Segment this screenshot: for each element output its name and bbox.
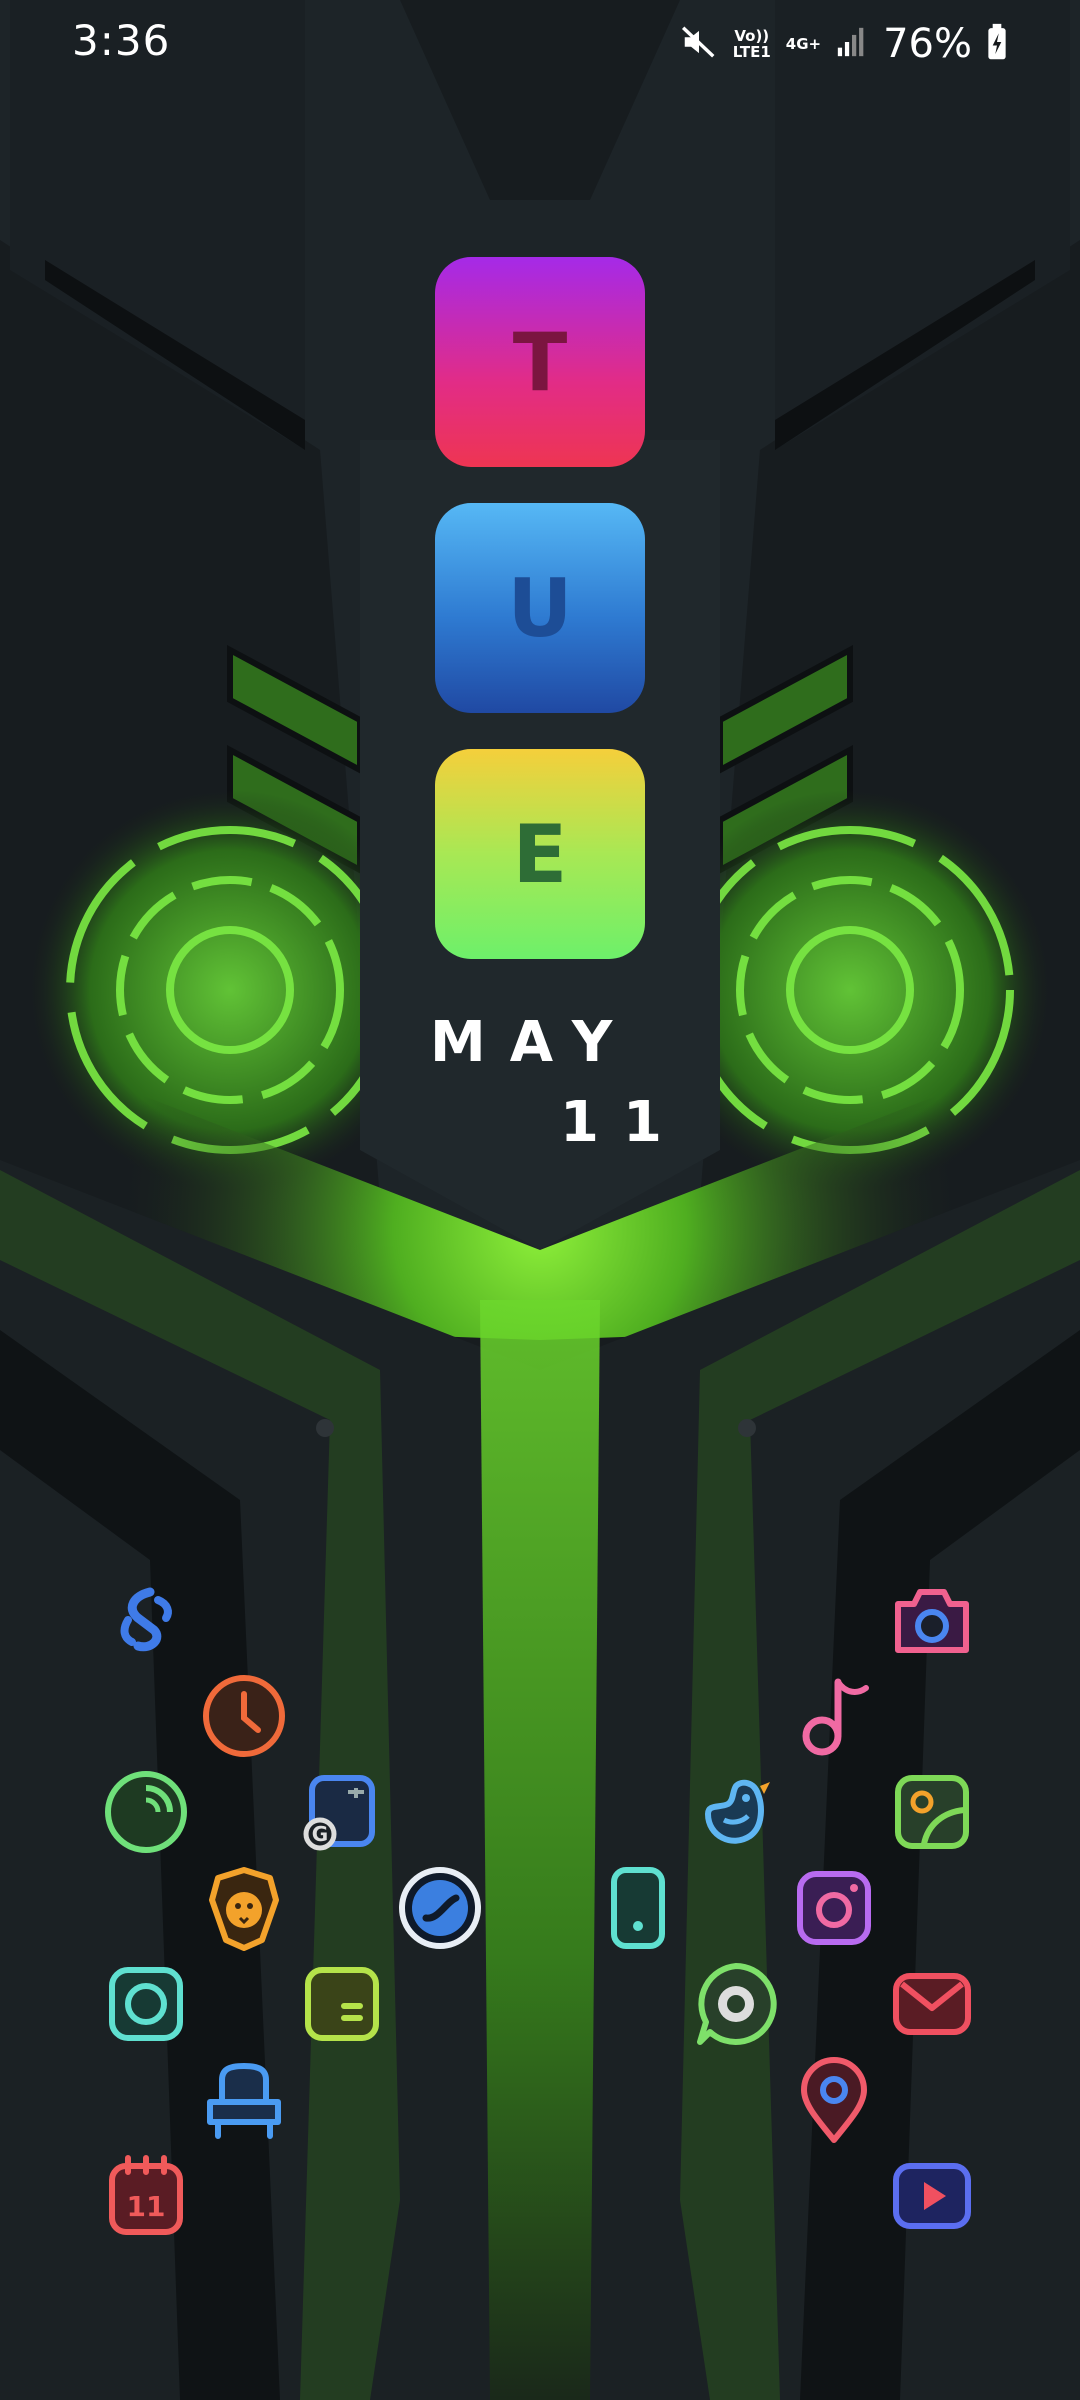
app-mail[interactable] <box>884 1956 980 2052</box>
app-camera-alt[interactable] <box>98 1956 194 2052</box>
battery-charging-icon <box>986 23 1008 65</box>
app-camera[interactable] <box>884 1572 980 1668</box>
app-gallery[interactable] <box>884 1764 980 1860</box>
app-browser[interactable] <box>392 1860 488 1956</box>
app-maps[interactable] <box>786 2052 882 2148</box>
location-pin-icon <box>801 2057 867 2143</box>
volte-label: Vo)) LTE1 <box>732 27 771 61</box>
app-notes[interactable] <box>294 1956 390 2052</box>
music-note-icon <box>802 1678 869 1756</box>
network-type-label: 4G+ <box>785 35 822 53</box>
app-instagram[interactable] <box>786 1860 882 1956</box>
app-whatsapp[interactable] <box>688 1956 784 2052</box>
youtube-icon <box>893 2163 971 2229</box>
calendar-icon: 11 <box>109 2155 183 2235</box>
svg-text:G: G <box>312 1822 328 1846</box>
app-phone-manager[interactable] <box>98 1764 194 1860</box>
app-youtube[interactable] <box>884 2148 980 2244</box>
instagram-icon <box>797 1871 871 1945</box>
mail-icon <box>893 1973 971 2035</box>
app-translate[interactable]: G <box>294 1764 390 1860</box>
day-letter-2: U <box>507 561 573 655</box>
notes-icon <box>305 1967 379 2041</box>
app-twitter[interactable] <box>688 1764 784 1860</box>
app-calendar[interactable]: 11 <box>98 2148 194 2244</box>
clock-icon <box>203 1675 285 1757</box>
app-clock[interactable] <box>196 1668 292 1764</box>
day-letter-tile-1[interactable]: T <box>435 257 645 467</box>
app-themes[interactable] <box>196 2052 292 2148</box>
app-music[interactable] <box>786 1668 882 1764</box>
app-brave[interactable] <box>196 1860 292 1956</box>
chat-icon <box>697 1963 777 2045</box>
day-letter-1: T <box>512 315 568 409</box>
battery-percent: 76% <box>883 21 972 67</box>
status-time: 3:36 <box>72 16 171 65</box>
shazam-icon <box>120 1587 172 1652</box>
day-letter-tile-2[interactable]: U <box>435 503 645 713</box>
status-bar: 3:36 Vo)) LTE1 4G+ 76% <box>0 0 1080 90</box>
calendar-day-label: 11 <box>127 2190 166 2223</box>
signal-icon <box>835 25 869 63</box>
browser-icon <box>399 1867 481 1949</box>
day-letter-tile-3[interactable]: E <box>435 749 645 959</box>
translate-icon: G <box>303 1775 375 1851</box>
widget-day-number: 11 <box>560 1090 686 1155</box>
mute-icon <box>680 23 718 65</box>
bird-icon <box>705 1779 770 1844</box>
app-shazam[interactable] <box>98 1572 194 1668</box>
status-icons: Vo)) LTE1 4G+ 76% <box>680 16 1008 72</box>
record-icon <box>109 1967 183 2041</box>
widget-month: MAY <box>430 1010 637 1075</box>
record-icon <box>611 1867 665 1949</box>
day-letter-3: E <box>512 807 568 901</box>
lion-icon <box>209 1867 279 1951</box>
camera-icon <box>895 1589 969 1653</box>
gallery-icon <box>895 1775 969 1849</box>
chair-icon <box>207 2062 281 2139</box>
app-screen-recorder[interactable] <box>590 1860 686 1956</box>
gauge-icon <box>105 1771 187 1853</box>
